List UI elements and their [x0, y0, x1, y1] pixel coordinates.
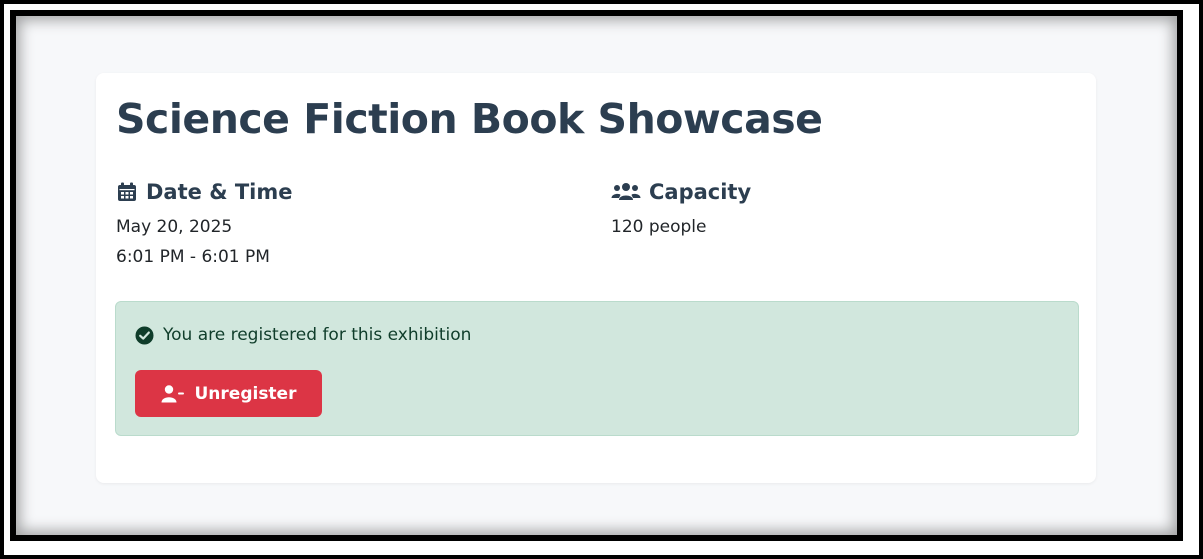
calendar-icon — [116, 181, 138, 203]
users-icon — [611, 181, 641, 203]
event-date: May 20, 2025 — [116, 217, 233, 237]
viewport: Science Fiction Book Showcase Date & Tim… — [10, 10, 1183, 541]
date-time-heading-label: Date & Time — [146, 180, 293, 204]
registration-message: You are registered for this exhibition — [163, 325, 472, 345]
registration-alert: You are registered for this exhibition U… — [115, 301, 1079, 436]
registration-status: You are registered for this exhibition — [135, 325, 471, 345]
event-card: Science Fiction Book Showcase Date & Tim… — [96, 73, 1096, 483]
event-time: 6:01 PM - 6:01 PM — [116, 247, 270, 267]
page-title: Science Fiction Book Showcase — [116, 95, 823, 143]
capacity-heading-label: Capacity — [649, 180, 752, 204]
capacity-value: 120 people — [611, 217, 707, 237]
check-circle-icon — [135, 326, 154, 345]
unregister-button[interactable]: Unregister — [135, 370, 322, 417]
date-time-heading: Date & Time — [116, 177, 292, 207]
user-minus-icon — [161, 384, 185, 404]
unregister-label: Unregister — [194, 383, 297, 404]
capacity-heading: Capacity — [611, 177, 751, 207]
capacity-section: Capacity 120 people — [611, 177, 751, 237]
date-time-section: Date & Time May 20, 2025 6:01 PM - 6:01 … — [116, 177, 292, 267]
